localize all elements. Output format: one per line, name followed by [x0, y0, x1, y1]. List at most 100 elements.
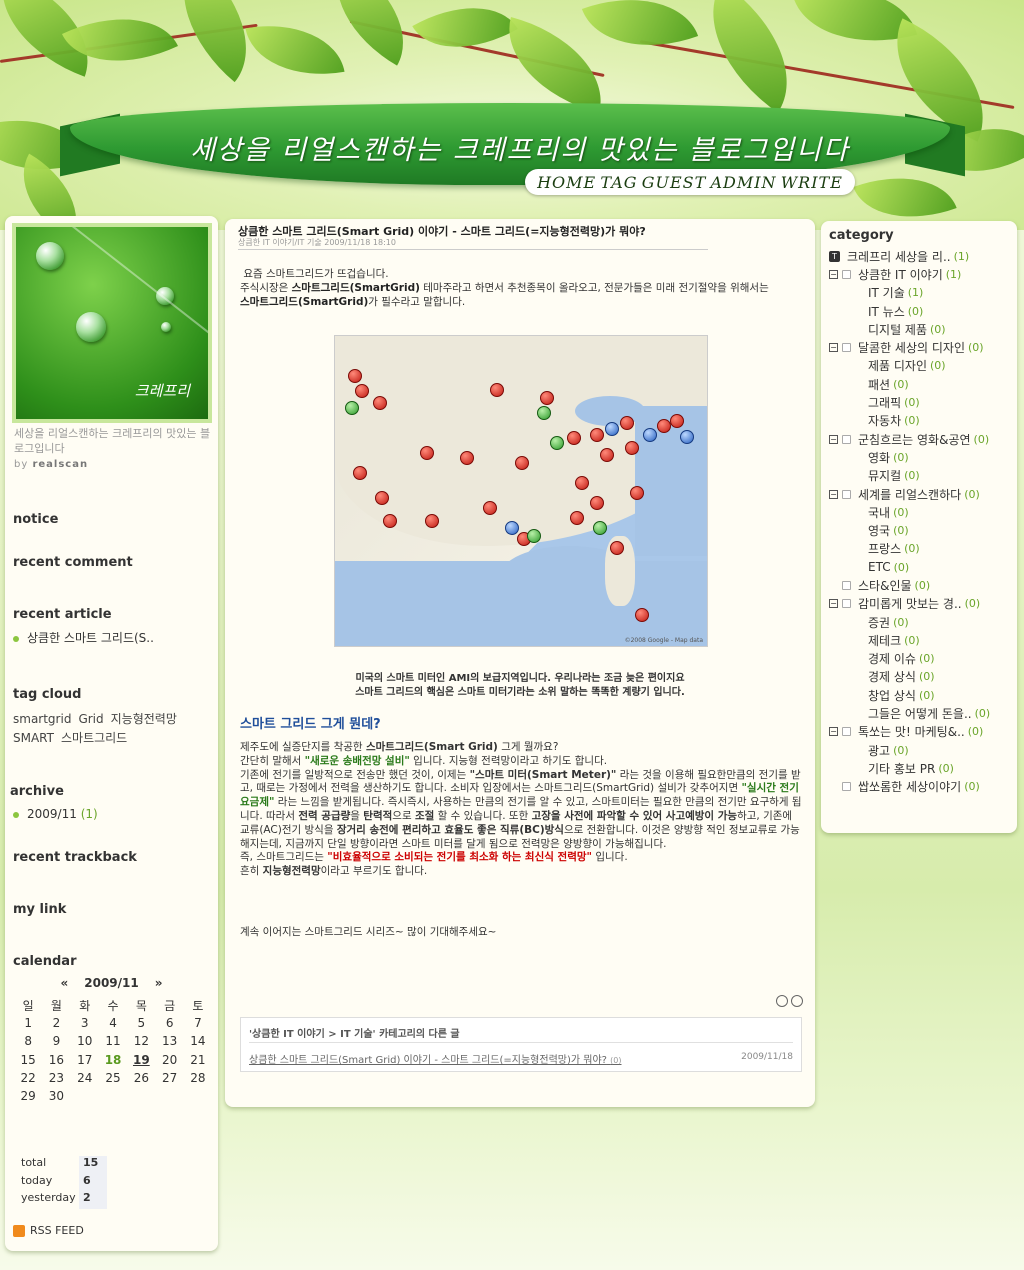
category-label[interactable]: 톡쏘는 맛! 마케팅&.. [858, 723, 965, 740]
related-link-label[interactable]: 상큼한 스마트 그리드(Smart Grid) 이야기 - 스마트 그리드(=지… [249, 1055, 607, 1066]
category-panel: category T 크레프리 세상을 리.. (1) − 상큼한 IT 이야기 (1) I… [821, 221, 1017, 833]
recent-article-item[interactable]: 상큼한 스마트 그리드(S.. [13, 629, 154, 646]
calendar-next[interactable]: » [155, 976, 163, 990]
collapse-icon[interactable]: − [829, 599, 838, 609]
category-item[interactable]: 국내 (0) [829, 503, 1017, 521]
category-item[interactable]: 광고 (0) [829, 741, 1017, 759]
category-item[interactable]: 스타&인물 (0) [829, 576, 1017, 594]
category-item[interactable]: T 크레프리 세상을 리.. (1) [829, 247, 1017, 265]
category-label[interactable]: 뮤지컬 [868, 467, 901, 484]
category-item[interactable]: − 상큼한 IT 이야기 (1) [829, 265, 1017, 283]
category-label[interactable]: 군침흐르는 영화&공연 [858, 431, 971, 448]
category-label[interactable]: 경제 이슈 [868, 650, 916, 667]
category-item[interactable]: 쌉쏘롬한 세상이야기 (0) [829, 778, 1017, 796]
category-item[interactable]: IT 뉴스 (0) [829, 302, 1017, 320]
category-label[interactable]: 크레프리 세상을 리.. [847, 248, 951, 265]
nav-guest[interactable]: GUEST [642, 173, 707, 192]
nav-write[interactable]: WRITE [781, 173, 843, 192]
category-item[interactable]: 영화 (0) [829, 448, 1017, 466]
category-label[interactable]: 상큼한 IT 이야기 [858, 266, 943, 283]
tag-item[interactable]: 스마트그리드 [61, 729, 127, 748]
category-item[interactable]: 패션 (0) [829, 375, 1017, 393]
rss-label[interactable]: RSS FEED [30, 1224, 84, 1237]
rss-feed-link[interactable]: RSS FEED [13, 1224, 84, 1237]
category-label[interactable]: 영국 [868, 522, 890, 539]
category-label[interactable]: 디지털 제품 [868, 321, 927, 338]
category-item[interactable]: 디지털 제품 (0) [829, 320, 1017, 338]
archive-item[interactable]: 2009/11 (1) [13, 807, 98, 821]
category-label[interactable]: 제품 디자인 [868, 357, 927, 374]
collapse-icon[interactable]: − [829, 434, 838, 444]
category-item[interactable]: 자동차 (0) [829, 412, 1017, 430]
category-label[interactable]: IT 뉴스 [868, 303, 905, 320]
tag-item[interactable]: SMART [13, 729, 54, 748]
author-name[interactable]: realscan [32, 459, 88, 470]
text: 할 수 있습니다. 또한 [434, 809, 532, 822]
text: 주식시장은 [240, 282, 292, 294]
collapse-icon[interactable]: − [829, 343, 838, 353]
related-post-link[interactable]: 상큼한 스마트 그리드(Smart Grid) 이야기 - 스마트 그리드(=지… [249, 1051, 622, 1066]
category-label[interactable]: 제테크 [868, 632, 901, 649]
category-item[interactable]: 제품 디자인 (0) [829, 357, 1017, 375]
category-label[interactable]: 자동차 [868, 412, 901, 429]
info-icon[interactable] [776, 995, 788, 1007]
category-item[interactable]: 증권 (0) [829, 613, 1017, 631]
nav-home[interactable]: HOME [537, 173, 596, 192]
category-label[interactable]: 프랑스 [868, 540, 901, 557]
category-item[interactable]: ETC (0) [829, 558, 1017, 576]
category-label[interactable]: IT 기술 [868, 284, 905, 301]
category-item[interactable]: 그래픽 (0) [829, 393, 1017, 411]
archive-label[interactable]: 2009/11 [27, 807, 77, 821]
category-label[interactable]: 쌉쏘롬한 세상이야기 [858, 778, 961, 795]
category-item[interactable]: IT 기술 (1) [829, 284, 1017, 302]
calendar-nav: « 2009/11 » [5, 976, 218, 990]
recent-article-label[interactable]: 상큼한 스마트 그리드(S.. [27, 631, 154, 645]
calendar-day-today[interactable]: 18 [99, 1051, 127, 1069]
category-item[interactable]: 기타 홍보 PR (0) [829, 759, 1017, 777]
category-label[interactable]: 국내 [868, 504, 890, 521]
category-label[interactable]: 창업 상식 [868, 687, 916, 704]
category-item[interactable]: 프랑스 (0) [829, 540, 1017, 558]
category-label[interactable]: ETC [868, 560, 891, 574]
calendar-day-link[interactable]: 19 [127, 1051, 155, 1069]
nav-admin[interactable]: ADMIN [710, 173, 776, 192]
category-item[interactable]: 경제 이슈 (0) [829, 650, 1017, 668]
category-label[interactable]: 증권 [868, 614, 890, 631]
category-label[interactable]: 기타 홍보 PR [868, 760, 935, 777]
collapse-icon[interactable]: − [829, 727, 838, 737]
category-label[interactable]: 스타&인물 [858, 577, 912, 594]
collapse-icon[interactable]: − [829, 489, 838, 499]
category-label[interactable]: 경제 상식 [868, 668, 916, 685]
category-item[interactable]: − 감미롭게 맛보는 경.. (0) [829, 595, 1017, 613]
share-icon[interactable] [791, 995, 803, 1007]
tag-item[interactable]: Grid [78, 710, 103, 729]
category-item[interactable]: − 달콤한 세상의 디자인 (0) [829, 338, 1017, 356]
category-item[interactable]: 제테크 (0) [829, 631, 1017, 649]
category-item[interactable]: 창업 상식 (0) [829, 686, 1017, 704]
category-item[interactable]: − 톡쏘는 맛! 마케팅&.. (0) [829, 723, 1017, 741]
nav-tag[interactable]: TAG [600, 173, 637, 192]
category-label[interactable]: 감미롭게 맛보는 경.. [858, 595, 962, 612]
category-label[interactable]: 영화 [868, 449, 890, 466]
tag-item[interactable]: 지능형전력망 [111, 710, 177, 729]
category-item[interactable]: 뮤지컬 (0) [829, 467, 1017, 485]
category-item[interactable]: − 세계를 리얼스캔하다 (0) [829, 485, 1017, 503]
bold-text: 스마트그리드(SmartGrid) [240, 296, 369, 308]
category-label[interactable]: 패션 [868, 376, 890, 393]
archive-heading: archive [10, 784, 64, 799]
category-item[interactable]: − 군침흐르는 영화&공연 (0) [829, 430, 1017, 448]
calendar-day: 25 [105, 1070, 121, 1085]
category-item[interactable]: 영국 (0) [829, 521, 1017, 539]
text: 입니다. [592, 851, 628, 864]
calendar-prev[interactable]: « [60, 976, 68, 990]
category-label[interactable]: 그래픽 [868, 394, 901, 411]
category-item[interactable]: 그들은 어떻게 돈을.. (0) [829, 704, 1017, 722]
tag-item[interactable]: smartgrid [13, 710, 71, 729]
collapse-icon[interactable]: − [829, 269, 838, 279]
category-label[interactable]: 달콤한 세상의 디자인 [858, 339, 965, 356]
category-item[interactable]: 경제 상식 (0) [829, 668, 1017, 686]
category-label[interactable]: 그들은 어떻게 돈을.. [868, 705, 972, 722]
category-label[interactable]: 세계를 리얼스캔하다 [858, 486, 961, 503]
category-label[interactable]: 광고 [868, 742, 890, 759]
text: 을 [350, 809, 364, 822]
